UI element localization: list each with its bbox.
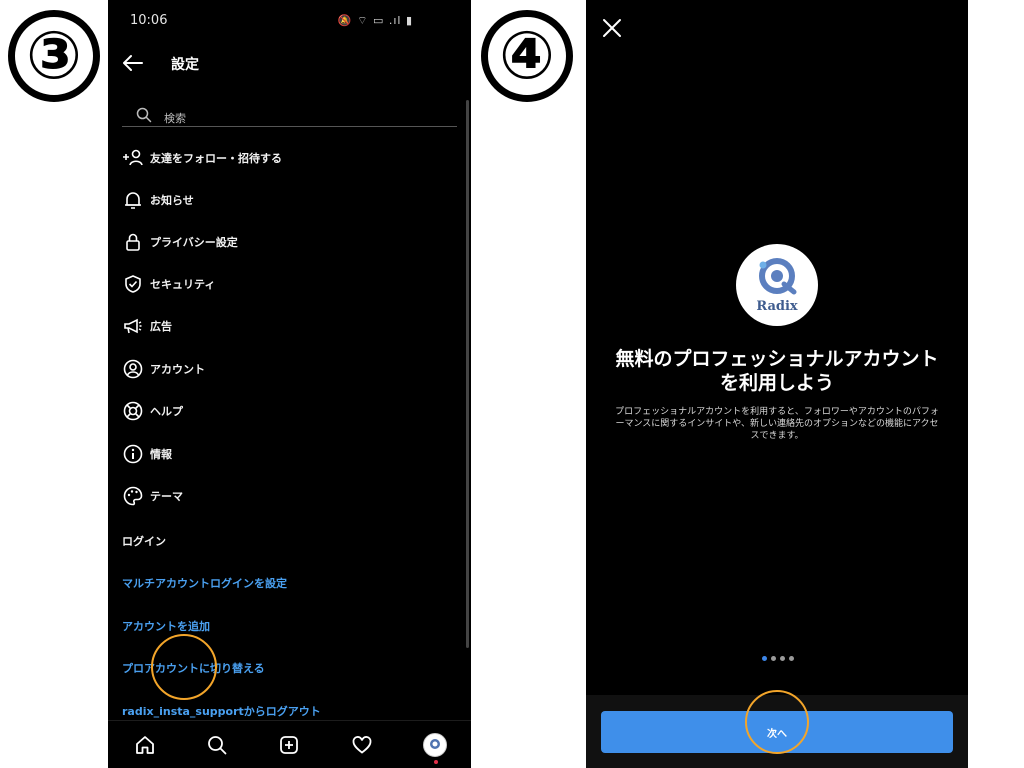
search-input[interactable]: 検索 (122, 106, 457, 127)
menu-item-security[interactable]: セキュリティ (122, 270, 442, 298)
promo-title: 無料のプロフェッショナルアカウント を利用しよう (586, 347, 968, 395)
megaphone-icon (122, 315, 144, 337)
search-icon[interactable] (204, 732, 230, 758)
multi-account-login-link[interactable]: マルチアカウントログインを設定 (122, 575, 287, 591)
menu-item-follow-invite[interactable]: 友達をフォロー・招待する (122, 144, 442, 172)
logo-text: Radix (756, 299, 798, 314)
lifebuoy-icon (122, 400, 144, 422)
menu-item-theme[interactable]: テーマ (122, 482, 442, 510)
search-icon (136, 107, 152, 123)
menu-item-label: ヘルプ (150, 405, 183, 418)
shield-check-icon (122, 273, 144, 295)
close-icon[interactable] (600, 16, 624, 40)
notification-dot (434, 760, 438, 764)
page-dot (789, 656, 794, 661)
menu-item-notifications[interactable]: お知らせ (122, 186, 442, 214)
menu-item-info[interactable]: 情報 (122, 440, 442, 468)
menu-item-label: テーマ (150, 490, 183, 503)
page-dot (780, 656, 785, 661)
menu-item-label: プライバシー設定 (150, 236, 238, 249)
account-circle-icon (122, 358, 144, 380)
menu-item-ads[interactable]: 広告 (122, 312, 442, 340)
bottom-nav (108, 720, 471, 768)
page-title: 設定 (171, 57, 199, 73)
page-dot (762, 656, 767, 661)
menu-item-privacy[interactable]: プライバシー設定 (122, 228, 442, 256)
add-account-link[interactable]: アカウントを追加 (122, 618, 210, 634)
promo-description: プロフェッショナルアカウントを利用すると、フォロワーやアカウントのパフォーマンス… (615, 407, 939, 441)
add-post-icon[interactable] (276, 732, 302, 758)
highlight-circle-next (745, 690, 809, 754)
scrollbar[interactable] (466, 100, 469, 648)
profile-avatar[interactable] (422, 732, 448, 758)
heart-icon[interactable] (349, 732, 375, 758)
menu-item-label: 情報 (150, 448, 172, 461)
promo-title-line1: 無料のプロフェッショナルアカウント (615, 348, 939, 370)
menu-item-label: 友達をフォロー・招待する (150, 152, 282, 165)
step-number-4: ④ (481, 10, 573, 102)
menu-item-account[interactable]: アカウント (122, 355, 442, 383)
bell-icon (122, 189, 144, 211)
add-person-icon (122, 147, 144, 169)
promo-title-line2: を利用しよう (719, 372, 834, 394)
info-icon (122, 443, 144, 465)
radix-logo: Radix (736, 244, 818, 326)
step-number-3: ③ (8, 10, 100, 102)
menu-item-label: セキュリティ (150, 278, 216, 291)
palette-icon (122, 485, 144, 507)
login-section-heading: ログイン (122, 535, 166, 548)
status-icons: 🔕 ⌔ ▭ .ıl ▮ (337, 14, 413, 27)
lock-icon (122, 231, 144, 253)
menu-item-label: 広告 (150, 320, 172, 333)
highlight-circle-switch-pro (151, 634, 217, 700)
pro-account-promo-screen: Radix 無料のプロフェッショナルアカウント を利用しよう プロフェッショナル… (586, 0, 968, 768)
home-icon[interactable] (132, 732, 158, 758)
menu-item-label: お知らせ (150, 194, 194, 207)
logout-link[interactable]: radix_insta_supportからログアウト (122, 703, 321, 719)
back-arrow-icon[interactable] (120, 50, 146, 76)
page-indicator (762, 656, 794, 661)
search-placeholder: 検索 (164, 112, 186, 125)
avatar (423, 733, 447, 757)
page-dot (771, 656, 776, 661)
status-time: 10:06 (130, 13, 168, 28)
menu-item-help[interactable]: ヘルプ (122, 397, 442, 425)
menu-item-label: アカウント (150, 363, 205, 376)
